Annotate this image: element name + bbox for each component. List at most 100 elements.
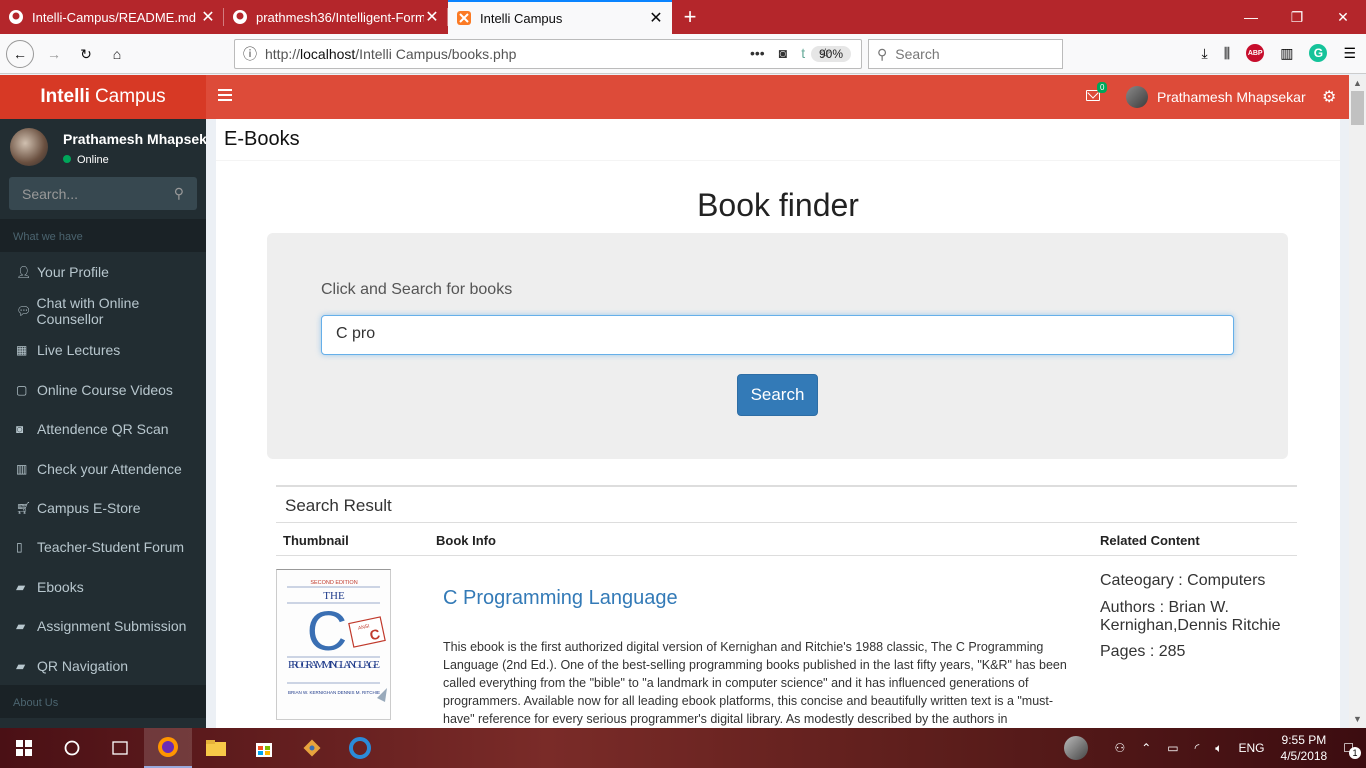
sidebar-toggle-icon[interactable]: ▥ [1280, 45, 1293, 62]
book-authors: Authors : Brian W. Kernighan,Dennis Ritc… [1100, 599, 1281, 634]
forum-icon: ▯ [16, 540, 23, 555]
sidebar-item-assignment-submission[interactable]: ▰ Assignment Submission [0, 607, 206, 646]
sidebar-item-online-course-videos[interactable]: ▢ Online Course Videos [0, 370, 206, 409]
results-title: Search Result [276, 485, 1297, 523]
camera-icon: ◙ [16, 422, 24, 437]
windows-start-icon[interactable] [0, 728, 48, 768]
sidebar-item-chat-with-online-counsellor[interactable]: 💬︎ Chat with Online Counsellor [0, 291, 206, 330]
book-title-link[interactable]: C Programming Language [443, 587, 678, 610]
search-icon: ⚲ [877, 45, 888, 62]
sidebar-item-your-profile[interactable]: 👤︎ Your Profile [0, 252, 206, 291]
pocket-icon[interactable]: ◙ [779, 45, 787, 62]
forward-icon[interactable]: → [40, 40, 68, 68]
back-icon[interactable]: ← [6, 40, 34, 68]
sidebar-item-teacher-student-forum[interactable]: ▯ Teacher-Student Forum [0, 528, 206, 567]
sidebar-item-ebooks[interactable]: ▰ Ebooks [0, 567, 206, 606]
close-window-icon[interactable]: ✕ [1320, 0, 1366, 34]
task-view-icon[interactable] [96, 728, 144, 768]
people-icon[interactable]: ⚇ [1114, 741, 1125, 755]
sidebar-section-header: About Us [0, 685, 206, 719]
search-panel: Click and Search for books C pro Search [267, 233, 1288, 459]
bookmark-star-icon[interactable]: ☆ [819, 45, 832, 62]
browser-tab[interactable]: Intelli-Campus/README.md at ✕ [0, 0, 224, 34]
page-scrollbar[interactable]: ▲ ▼ [1349, 75, 1366, 728]
book-thumbnail[interactable]: SECOND EDITION THE C ANSI C PROGRAMMING L… [276, 569, 391, 720]
svg-text:PROGRAMMING LANGUAGE: PROGRAMMING LANGUAGE [288, 659, 380, 671]
sidebar-search-input[interactable]: Search... ⚲ [9, 177, 197, 210]
volume-icon[interactable]: 🔈︎ [1215, 741, 1222, 756]
minimize-icon[interactable]: — [1228, 0, 1274, 34]
wifi-icon[interactable]: ◜ [1195, 741, 1200, 755]
book-finder-heading: Book finder [697, 187, 859, 223]
language-indicator[interactable]: ENG [1239, 741, 1265, 755]
close-tab-icon[interactable]: ✕ [648, 8, 664, 28]
cart-icon: 🛒︎ [16, 501, 32, 516]
avatar[interactable] [1126, 86, 1148, 108]
settings-gears-icon[interactable]: ⚙ [1322, 87, 1336, 107]
windows-taskbar: ⚇ ⌃ ▭ ◜ 🔈︎ ENG 9:55 PM 4/5/2018 ☐ 1 [0, 728, 1366, 768]
sidebar-item-label: Teacher-Student Forum [37, 539, 185, 556]
page-title: E-Books [216, 119, 1340, 161]
sidebar-item-campus-e-store[interactable]: 🛒︎ Campus E-Store [0, 488, 206, 527]
home-icon[interactable]: ⌂ [103, 40, 131, 68]
avatar[interactable] [1064, 736, 1089, 760]
grammarly-icon[interactable]: G [1309, 44, 1328, 62]
sidebar-toggle-icon[interactable] [218, 89, 232, 101]
download-icon[interactable]: ⤓ [1202, 45, 1208, 62]
sidebar-item-label: Assignment Submission [37, 618, 187, 635]
battery-icon[interactable]: ▭ [1167, 741, 1178, 755]
browser-tab-active[interactable]: Intelli Campus ✕ [448, 0, 672, 34]
adblock-icon[interactable]: ABP [1246, 44, 1265, 62]
edge-icon[interactable] [336, 728, 384, 768]
search-placeholder: Search [895, 46, 940, 62]
sidebar-item-qr-navigation[interactable]: ▰ QR Navigation [0, 646, 206, 685]
column-header: Book Info [436, 533, 496, 548]
store-icon[interactable] [240, 728, 288, 768]
file-explorer-icon[interactable] [192, 728, 240, 768]
scroll-down-icon[interactable]: ▼ [1349, 711, 1366, 728]
sidebar-item-label: Ebooks [37, 578, 84, 595]
new-tab-icon[interactable]: + [672, 0, 708, 34]
reload-icon[interactable]: ↻ [72, 40, 100, 68]
sidebar-item-attendence-qr-scan[interactable]: ◙ Attendence QR Scan [0, 410, 206, 449]
xampp-icon [456, 10, 472, 26]
sidebar-item-label: Chat with Online Counsellor [36, 295, 140, 328]
scroll-up-icon[interactable]: ▲ [1349, 75, 1366, 92]
url-text: http://localhost/Intelli Campus/books.ph… [265, 46, 517, 62]
search-icon[interactable]: ⚲ [174, 185, 184, 202]
close-tab-icon[interactable]: ✕ [200, 7, 216, 27]
book-search-input[interactable]: C pro [321, 315, 1234, 355]
search-button[interactable]: Search [737, 374, 818, 416]
search-results: Search Result Thumbnail Book Info Relate… [276, 485, 1297, 726]
sidebar-item-check-your-attendence[interactable]: ▥ Check your Attendence [0, 449, 206, 488]
sidebar-item-label: Live Lectures [37, 342, 121, 359]
firefox-icon[interactable] [144, 728, 192, 768]
chevron-up-icon[interactable]: ⌃ [1141, 741, 1151, 755]
system-tray: ⚇ ⌃ ▭ ◜ 🔈︎ ENG 9:55 PM 4/5/2018 ☐ 1 [1064, 728, 1366, 768]
cortana-icon[interactable] [48, 728, 96, 768]
app-logo[interactable]: Intelli Campus [0, 75, 206, 119]
restore-icon[interactable]: ❐ [1274, 0, 1320, 34]
search-label: Click and Search for books [321, 281, 513, 298]
notification-icon[interactable]: ☐ 1 [1343, 741, 1361, 759]
browser-search-input[interactable]: ⚲ Search [868, 39, 1063, 69]
github-icon [8, 9, 24, 25]
scrollbar-thumb[interactable] [1351, 91, 1364, 125]
info-icon[interactable]: ⓘ [235, 44, 265, 64]
page-actions-icon[interactable]: ••• [750, 45, 765, 62]
close-tab-icon[interactable]: ✕ [424, 7, 440, 27]
column-header: Related Content [1100, 533, 1200, 548]
browser-tab[interactable]: prathmesh36/Intelligent-Form ✕ [224, 0, 448, 34]
github-icon [232, 9, 248, 25]
mail-count-badge: 0 [1097, 82, 1108, 93]
clock-date: 4/5/2018 [1280, 749, 1328, 763]
user-menu-name[interactable]: Prathamesh Mhapsekar [1157, 89, 1306, 105]
tumblr-icon[interactable]: t [801, 45, 805, 62]
clock[interactable]: 9:55 PM 4/5/2018 [1281, 732, 1328, 764]
menu-icon[interactable]: ☰ [1343, 45, 1356, 62]
library-icon[interactable]: ⫼ [1224, 45, 1230, 62]
git-icon[interactable] [288, 728, 336, 768]
status-indicator: Online [63, 154, 109, 166]
sidebar-item-live-lectures[interactable]: ▦ Live Lectures [0, 331, 206, 370]
book-icon: ▰ [16, 658, 26, 673]
